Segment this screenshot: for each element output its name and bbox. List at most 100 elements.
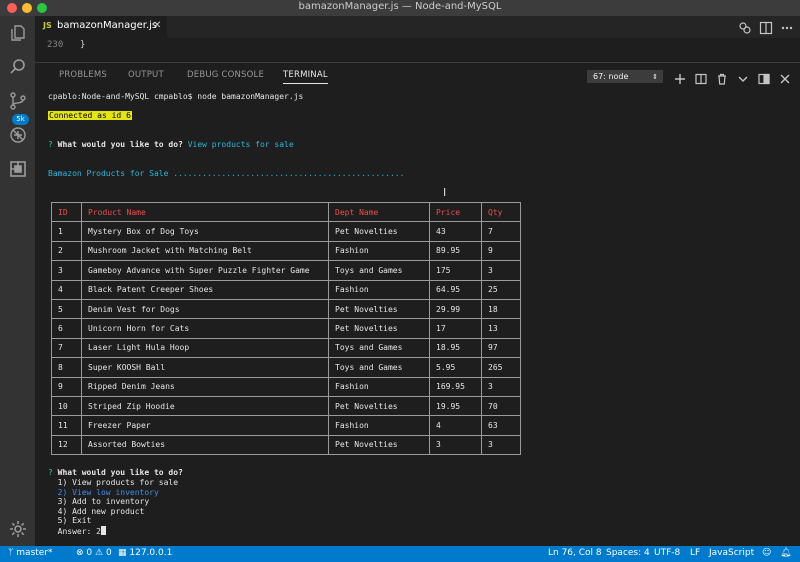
table-cell: Fashion [328,279,430,300]
table-cell: Mystery Box of Dog Toys [81,221,329,242]
table-cell: Gameboy Advance with Super Puzzle Fighte… [81,260,329,281]
menu-option-label: 5) Exit [57,516,92,525]
host-address: 127.0.0.1 [129,548,173,558]
column-header: Qty [481,201,521,223]
trash-icon[interactable] [716,70,728,85]
column-header: Price [429,201,482,223]
table-cell: 265 [481,357,521,378]
menu-option-label: 4) Add new product [57,506,145,516]
editor-bottom [35,54,800,63]
split-editor-icon[interactable] [759,20,773,35]
table-cell: 3 [481,376,521,397]
table-cell: 13 [481,318,521,339]
table-row: 7 Laser Light Hula Hoop Toys and Games 18.9… [51,337,521,359]
table-cell: 9 [481,240,521,262]
close-icon[interactable]: ✕ [153,20,161,31]
branch-indicator[interactable]: ᛘ master* [8,548,53,558]
tab-label: bamazonManager.js [57,20,158,31]
tab-bamazon-manager[interactable]: JS bamazonManager.js ✕ [35,16,167,38]
editor-tabs-bar: JS bamazonManager.js ✕ [35,16,800,38]
table-cell: Pet Novelties [328,395,430,417]
source-control-icon[interactable] [9,92,27,110]
files-icon[interactable] [9,24,27,42]
cursor-position[interactable]: Ln 76, Col 8 [548,548,602,558]
more-actions-icon[interactable] [780,20,794,34]
extensions-icon[interactable] [9,160,27,178]
error-icon: ⊗ [76,548,84,558]
table-row: 5 Denim Vest for Dogs Pet Novelties 29.99 18 [51,298,521,320]
tab-terminal[interactable]: TERMINAL [283,70,328,84]
tab-debug-console[interactable]: DEBUG CONSOLE [187,70,264,80]
panel-header: PROBLEMS OUTPUT DEBUG CONSOLE TERMINAL 6… [35,64,800,88]
new-terminal-icon[interactable] [674,70,686,84]
gear-icon[interactable] [9,520,27,538]
tab-problems[interactable]: PROBLEMS [59,70,107,80]
answer-line: Answer: 2 [48,525,106,536]
table-header-row: ID Product Name Dept Name Price Qty [51,201,521,223]
table-cell: 2 [51,240,82,262]
line-ending[interactable]: LF [690,548,700,558]
encoding[interactable]: UTF-8 [654,548,680,558]
open-changes-icon[interactable] [738,20,752,34]
debug-icon[interactable] [9,126,27,144]
maximize-panel-icon[interactable] [758,70,770,85]
column-header: Product Name [81,201,329,223]
connected-line: Connected as id 6 [48,111,132,120]
table-row: 8 Super KOOSH Ball Toys and Games 5.95 265 [51,357,521,378]
feedback-smiley-icon[interactable]: ☺ [762,548,771,558]
warning-icon: ⚠ [95,548,104,558]
table-cell: 7 [51,337,82,359]
table-cell: Assorted Bowties [81,434,329,456]
table-cell: 6 [51,318,82,339]
question-text: What would you like to do? [57,468,183,477]
terminal-select-value: 67: node [593,72,629,81]
js-file-icon: JS [43,21,52,30]
search-icon[interactable] [9,58,27,76]
question-mark: ? [48,468,53,477]
server-icon: ▦ [118,548,127,558]
table-row: 3 Gameboy Advance with Super Puzzle Fight… [51,260,521,281]
table-cell: Denim Vest for Dogs [81,298,329,320]
table-cell: Pet Novelties [328,221,430,242]
terminal-cursor [101,525,106,535]
activity-bar: 5k [0,16,35,546]
chevron-down-icon[interactable] [737,70,749,82]
table-cell: 8 [51,357,82,378]
text-cursor-icon: I [443,186,447,199]
indentation[interactable]: Spaces: 4 [606,548,650,558]
table-cell: Ripped Denim Jeans [81,376,329,397]
notifications-bell-icon[interactable]: 🔔︎ [780,548,791,558]
table-cell: Toys and Games [328,357,430,378]
table-cell: 4 [51,279,82,300]
table-cell: Laser Light Hula Hoop [81,337,329,359]
split-terminal-icon[interactable] [695,70,707,85]
table-cell: 25 [481,279,521,300]
close-panel-icon[interactable] [779,70,791,84]
code-editor[interactable]: 230 } [35,38,800,54]
line-number: 230 [47,40,64,50]
table-cell: 9 [51,376,82,397]
problems-indicator[interactable]: ⊗ 0 ⚠ 0 [76,548,112,558]
terminal-select[interactable]: 67: node ⇕ [587,70,663,83]
question-line-1: ? What would you like to do? View produc… [48,140,294,149]
question-mark: ? [48,140,53,149]
table-cell: Freezer Paper [81,415,329,436]
table-cell: 89.95 [429,240,482,262]
table-cell: 3 [51,260,82,281]
code-line: } [80,40,86,50]
table-cell: 64.95 [429,279,482,300]
host-indicator[interactable]: ▦ 127.0.0.1 [118,548,172,558]
language-mode[interactable]: JavaScript [709,548,754,558]
table-row: 2 Mushroom Jacket with Matching Belt Fashi… [51,240,521,262]
column-header: ID [51,201,82,223]
chevron-updown-icon: ⇕ [652,73,658,81]
table-cell: 3 [481,260,521,281]
tab-output[interactable]: OUTPUT [128,70,164,80]
table-cell: Mushroom Jacket with Matching Belt [81,240,329,262]
table-row: 1 Mystery Box of Dog Toys Pet Novelties 43 7 [51,221,521,242]
table-cell: 3 [429,434,482,456]
table-row: 11 Freezer Paper Fashion 4 63 [51,415,521,436]
table-cell: 97 [481,337,521,359]
table-cell: 7 [481,221,521,242]
terminal[interactable]: cpablo:Node-and-MySQL cmpablo$ node bama… [35,88,800,546]
